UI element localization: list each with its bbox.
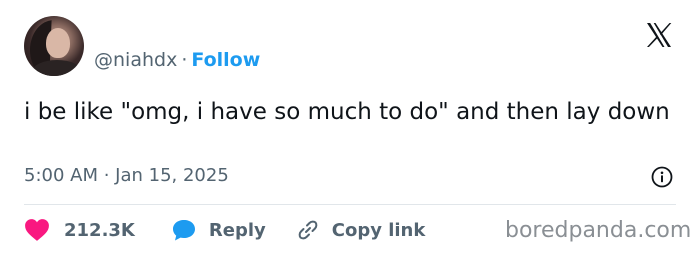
divider — [24, 204, 676, 205]
user-handle[interactable]: @niahdx — [94, 49, 177, 71]
reply-button[interactable]: Reply — [171, 218, 266, 242]
like-count: 212.3K — [64, 219, 135, 241]
x-logo-icon[interactable] — [644, 20, 674, 50]
heart-icon — [25, 219, 49, 241]
like-button[interactable]: 212.3K — [24, 218, 135, 242]
reply-label: Reply — [208, 219, 266, 241]
tweet-text: i be like "omg, i have so much to do" an… — [24, 99, 670, 125]
link-icon — [298, 220, 318, 240]
reply-bubble-icon — [172, 220, 195, 241]
copy-link-button[interactable]: Copy link — [296, 218, 426, 242]
avatar-face — [46, 28, 70, 58]
avatar[interactable] — [24, 16, 84, 76]
user-line: @niahdx · Follow — [94, 49, 260, 71]
copy-link-label: Copy link — [331, 219, 426, 241]
action-bar: 212.3K Reply Copy link — [24, 216, 425, 244]
separator-dot: · — [181, 49, 188, 71]
follow-button[interactable]: Follow — [191, 49, 260, 71]
tweet-timestamp[interactable]: 5:00 AM · Jan 15, 2025 — [24, 165, 229, 186]
info-icon[interactable] — [651, 166, 673, 188]
avatar-shoulder — [32, 60, 82, 76]
watermark: boredpanda.com — [505, 218, 692, 243]
